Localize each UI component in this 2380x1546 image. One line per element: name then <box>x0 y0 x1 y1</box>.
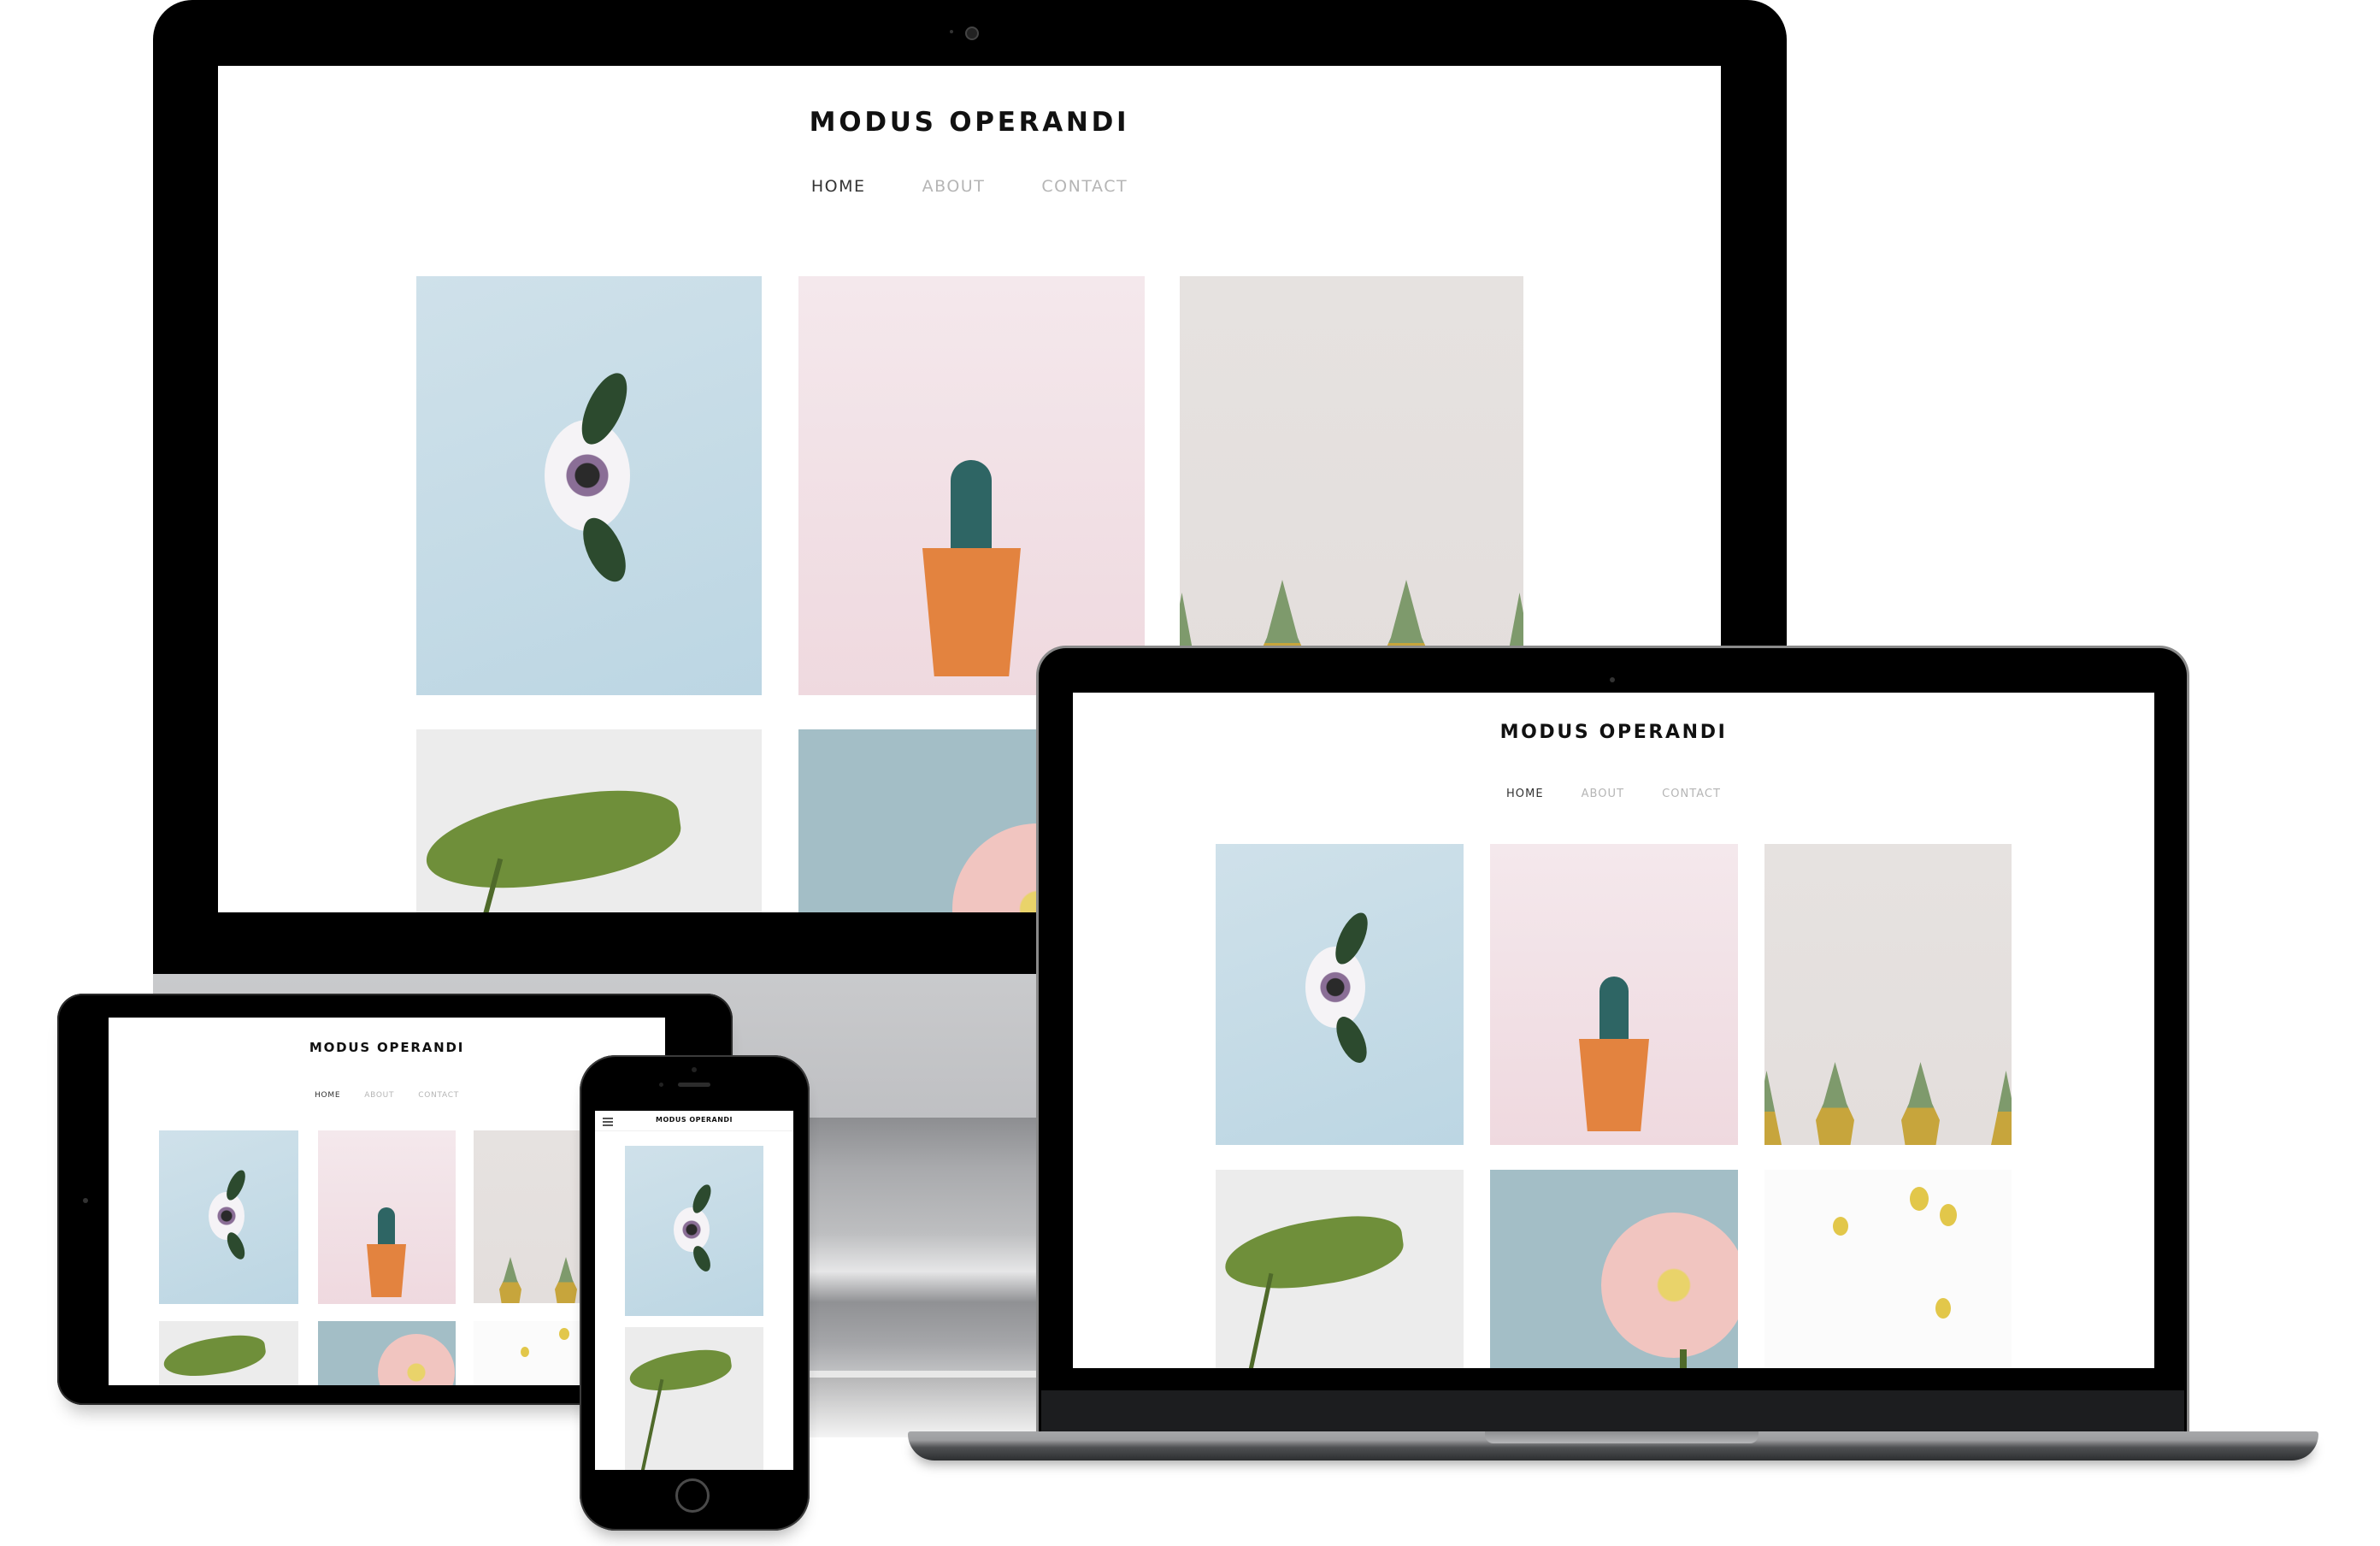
header-divider <box>595 1130 793 1131</box>
anemone-flower-photo[interactable] <box>416 276 762 695</box>
laptop-camera-icon <box>1610 677 1615 682</box>
gerbera-photo[interactable] <box>1490 1170 1738 1368</box>
imac-sensor-icon <box>950 30 953 33</box>
laptop-screen: MODUS OPERANDI HOME ABOUT CONTACT <box>1073 693 2154 1368</box>
monstera-leaf-photo[interactable] <box>1216 1170 1464 1368</box>
phone-home-button[interactable] <box>675 1478 710 1513</box>
laptop-hinge-notch <box>1485 1431 1758 1443</box>
gerbera-photo[interactable] <box>318 1321 456 1385</box>
pineapples-photo[interactable] <box>1764 844 2012 1145</box>
nav-home[interactable]: HOME <box>811 177 866 196</box>
nav-about[interactable]: ABOUT <box>1582 788 1624 800</box>
nav-about[interactable]: ABOUT <box>922 177 986 196</box>
anemone-flower-photo[interactable] <box>159 1130 298 1304</box>
nav-home[interactable]: HOME <box>1506 788 1544 800</box>
site-title: MODUS OPERANDI <box>1499 722 1728 743</box>
anemone-flower-photo[interactable] <box>625 1146 763 1316</box>
monstera-leaf-photo[interactable] <box>159 1321 298 1385</box>
monstera-leaf-photo[interactable] <box>625 1327 763 1470</box>
nav-contact[interactable]: CONTACT <box>1041 177 1128 196</box>
cactus-photo[interactable] <box>798 276 1145 695</box>
imac-camera-icon <box>965 27 979 40</box>
site-title: MODUS OPERANDI <box>309 1040 465 1055</box>
anemone-flower-photo[interactable] <box>1216 844 1464 1145</box>
nav-contact[interactable]: CONTACT <box>1662 788 1721 800</box>
tablet-camera-icon <box>83 1198 88 1203</box>
pineapples-photo[interactable] <box>1180 276 1523 695</box>
nav-home[interactable]: HOME <box>315 1091 340 1100</box>
site-nav: HOME ABOUT CONTACT <box>218 177 1721 196</box>
phone-camera-icon <box>692 1067 697 1072</box>
cactus-photo[interactable] <box>318 1130 456 1304</box>
laptop-chin <box>1041 1390 2184 1431</box>
monstera-leaf-photo[interactable] <box>416 729 762 912</box>
billy-buttons-photo[interactable] <box>1764 1170 2012 1368</box>
phone-speaker <box>678 1083 710 1087</box>
phone-sensor-icon <box>659 1083 663 1087</box>
site-title: MODUS OPERANDI <box>809 107 1130 138</box>
phone-screen: MODUS OPERANDI <box>595 1111 793 1470</box>
nav-contact[interactable]: CONTACT <box>418 1091 459 1100</box>
nav-about[interactable]: ABOUT <box>364 1091 394 1100</box>
site-nav: HOME ABOUT CONTACT <box>1073 788 2154 800</box>
site-title: MODUS OPERANDI <box>656 1116 733 1124</box>
cactus-photo[interactable] <box>1490 844 1738 1145</box>
